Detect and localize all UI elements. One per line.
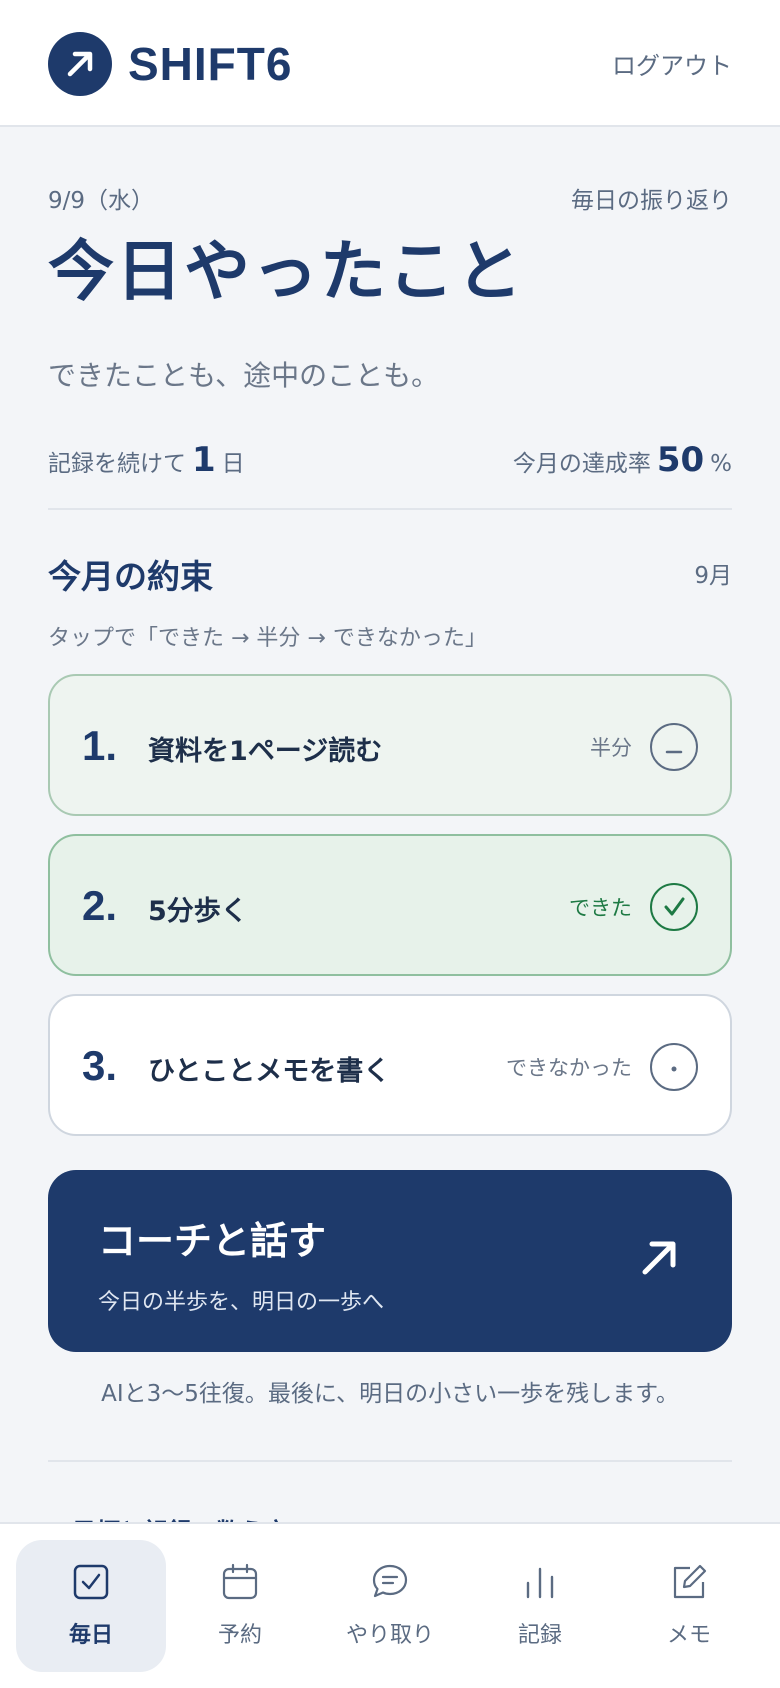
page-title: 今日やったこと — [48, 233, 524, 310]
logo-arrow-icon[interactable] — [48, 32, 112, 96]
current-date: 9/9（水） — [48, 188, 155, 214]
bar-chart-icon — [521, 1563, 559, 1605]
streak-counter: 記録を続けて 1 日 — [48, 440, 245, 480]
logo-text: SHIFT6 — [128, 38, 293, 90]
tab-label: メモ — [666, 1623, 711, 1648]
promise-index: 2. — [82, 882, 118, 929]
promise-index: 1. — [82, 722, 118, 769]
coach-note: AIと3〜5往復。最後に、明日の小さい一歩を残します。 — [101, 1381, 679, 1407]
coach-subtitle: 今日の半歩を、明日の一歩へ — [98, 1290, 385, 1315]
tab-label: やり取り — [345, 1623, 434, 1648]
talk-to-coach-button[interactable]: コーチと話す 今日の半歩を、明日の一歩へ — [48, 1170, 732, 1352]
divider — [48, 1460, 732, 1462]
rate-label: 今月の達成率 — [512, 451, 651, 477]
rate-unit: % — [710, 451, 732, 477]
tab-daily[interactable]: 毎日 — [16, 1540, 166, 1672]
logout-link[interactable]: ログアウト — [612, 46, 732, 81]
tab-memo[interactable]: メモ — [614, 1540, 764, 1672]
chat-bubble-icon — [371, 1563, 409, 1605]
promise-label: 5分歩く — [148, 896, 248, 927]
rate-value: 50 — [656, 440, 705, 480]
achievement-rate: 今月の達成率 50 % — [513, 440, 732, 480]
page-subtitle: できたことも、途中のことも。 — [48, 359, 440, 392]
promise-card-2[interactable]: 2. 5分歩く できた — [48, 834, 732, 976]
app-header: SHIFT6 ログアウト — [0, 0, 780, 127]
promise-status: できた — [569, 896, 632, 920]
promise-card-3[interactable]: 3. ひとことメモを書く できなかった — [48, 994, 732, 1136]
bottom-tab-bar: 毎日 予約 やり取り 記録 メモ — [0, 1522, 780, 1688]
streak-unit: 日 — [221, 451, 245, 477]
tab-label: 予約 — [217, 1623, 262, 1648]
calendar-icon — [221, 1563, 259, 1605]
tap-hint: タップで「できた → 半分 → できなかった」 — [48, 626, 487, 651]
promise-label: ひとことメモを書く — [148, 1056, 391, 1087]
streak-value: 1 — [192, 440, 216, 480]
tab-records[interactable]: 記録 — [465, 1540, 615, 1672]
promise-index: 3. — [82, 1042, 118, 1089]
streak-prefix: 記録を続けて — [48, 451, 186, 477]
promise-status: できなかった — [506, 1056, 632, 1080]
tab-label: 記録 — [517, 1623, 562, 1648]
section-title: 今月の約束 — [48, 557, 213, 596]
checkbox-icon — [72, 1563, 110, 1605]
promise-card-1[interactable]: 1. 資料を1ページ読む 半分 — [48, 674, 732, 816]
check-status-icon[interactable] — [650, 883, 698, 931]
arrow-up-right-icon — [636, 1235, 682, 1285]
dot-status-icon[interactable] — [650, 1043, 698, 1091]
tab-booking[interactable]: 予約 — [165, 1540, 315, 1672]
tab-label: 毎日 — [68, 1623, 113, 1648]
edit-note-icon — [670, 1563, 708, 1605]
daily-review-link[interactable]: 毎日の振り返り — [571, 181, 732, 215]
promise-label: 資料を1ページ読む — [148, 736, 383, 767]
divider — [48, 508, 732, 510]
month-label: 9月 — [694, 563, 732, 589]
half-status-icon[interactable] — [650, 723, 698, 771]
coach-title: コーチと話す — [98, 1219, 327, 1263]
tab-messages[interactable]: やり取り — [315, 1540, 465, 1672]
promise-status: 半分 — [590, 736, 632, 760]
